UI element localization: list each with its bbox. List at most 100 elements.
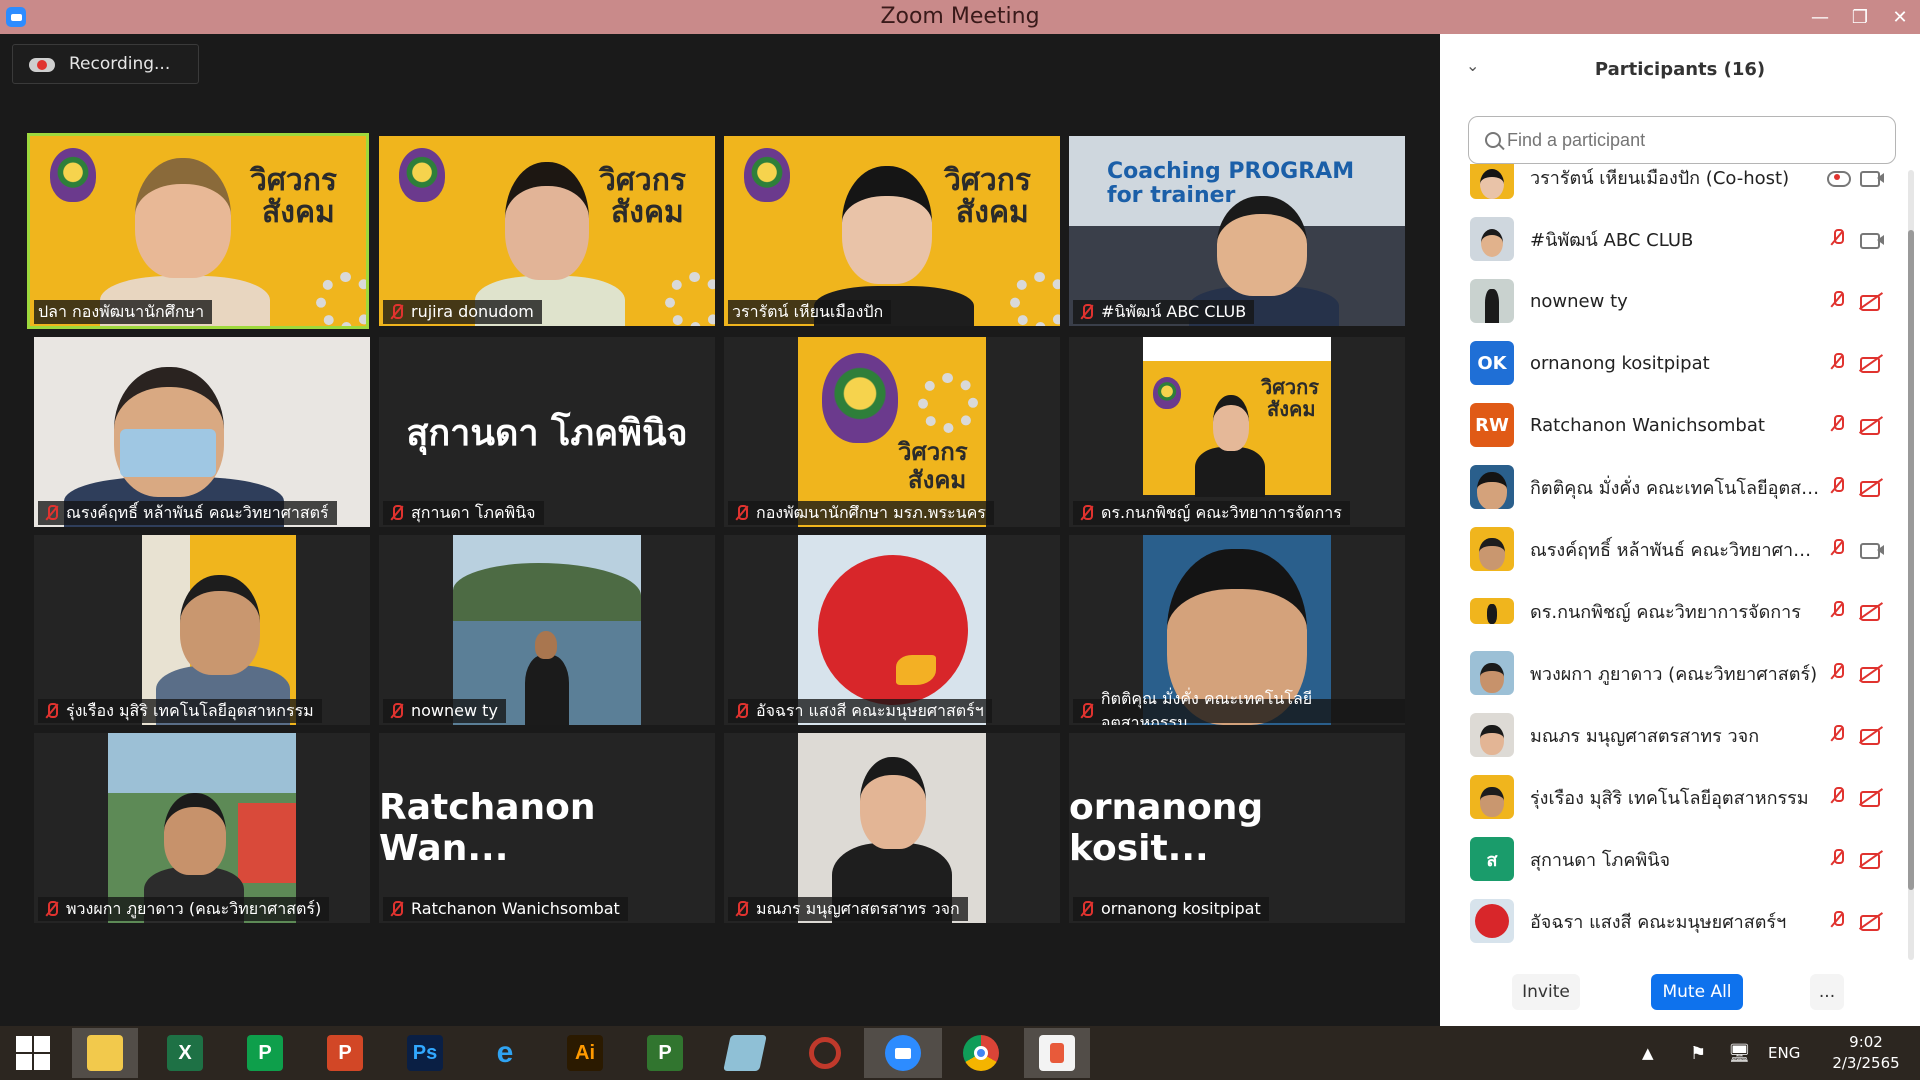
- video-off-icon[interactable]: [1858, 785, 1886, 809]
- taskbar-clock[interactable]: 9:02 2/3/2565: [1818, 1032, 1914, 1074]
- network-icon[interactable]: 🖥: [1728, 1026, 1751, 1080]
- video-on-icon[interactable]: [1858, 227, 1886, 251]
- language-indicator[interactable]: ENG: [1768, 1026, 1800, 1080]
- video-off-icon[interactable]: [1858, 847, 1886, 871]
- folder-icon: [87, 1035, 123, 1071]
- poster-title: วิศวกร: [1261, 375, 1320, 399]
- show-hidden-icons[interactable]: ▲: [1642, 1026, 1654, 1080]
- participant-row[interactable]: กิตติคุณ มั่งคั่ง คณะเทคโนโลยีอุตสาห...: [1440, 456, 1906, 518]
- mic-muted-icon[interactable]: [1827, 537, 1851, 561]
- taskbar-chrome[interactable]: [948, 1028, 1014, 1078]
- participant-row[interactable]: ดร.กนกพิชญ์ คณะวิทยาการจัดการ: [1440, 580, 1906, 642]
- taskbar-file-explorer[interactable]: [72, 1028, 138, 1078]
- video-on-icon[interactable]: [1858, 165, 1886, 189]
- video-off-icon[interactable]: [1858, 909, 1886, 933]
- video-on-icon[interactable]: [1858, 537, 1886, 561]
- mute-all-button[interactable]: Mute All: [1651, 974, 1743, 1010]
- video-tile[interactable]: ณรงค์ฤทธิ์ หล้าพันธ์ คณะวิทยาศาสตร์: [34, 337, 370, 527]
- participant-row[interactable]: มณภร มนุญศาสตรสาทร วจก: [1440, 704, 1906, 766]
- video-tile[interactable]: อัจฉรา แสงสี คณะมนุษยศาสตร์ฯ: [724, 535, 1060, 725]
- university-logo: [50, 148, 96, 202]
- mic-muted-icon[interactable]: [1827, 289, 1851, 313]
- video-off-icon[interactable]: [1858, 599, 1886, 623]
- video-off-icon[interactable]: [1858, 475, 1886, 499]
- video-tile[interactable]: พวงผกา ภูยาดาว (คณะวิทยาศาสตร์): [34, 733, 370, 923]
- mic-muted-icon[interactable]: [1827, 351, 1851, 375]
- mic-muted-icon[interactable]: [1827, 475, 1851, 499]
- video-tile[interactable]: nownew ty: [379, 535, 715, 725]
- mic-muted-icon[interactable]: [1827, 909, 1851, 933]
- participant-list: วรารัตน์ เหียนเมืองปัก (Co-host) #นิพัฒน…: [1440, 164, 1906, 984]
- mic-muted-icon[interactable]: [1827, 661, 1851, 685]
- participant-row[interactable]: ณรงค์ฤทธิ์ หล้าพันธ์ คณะวิทยาศาสตร์: [1440, 518, 1906, 580]
- taskbar-illustrator[interactable]: Ai: [552, 1028, 618, 1078]
- participant-row[interactable]: วรารัตน์ เหียนเมืองปัก (Co-host): [1440, 164, 1906, 208]
- taskbar-publisher[interactable]: P: [232, 1028, 298, 1078]
- video-tile[interactable]: Coaching PROGRAM for trainer #นิพัฒน์ AB…: [1069, 136, 1405, 326]
- participant-row[interactable]: RW Ratchanon Wanichsombat: [1440, 394, 1906, 456]
- participant-body: [525, 655, 569, 725]
- taskbar-zoom[interactable]: [864, 1028, 942, 1078]
- participants-footer: Invite Mute All ...: [1440, 966, 1920, 1026]
- mic-muted-icon[interactable]: [1827, 413, 1851, 437]
- mic-muted-icon: [732, 702, 750, 720]
- participant-name: nownew ty: [1530, 290, 1628, 312]
- mic-muted-icon[interactable]: [1827, 723, 1851, 747]
- mic-muted-icon[interactable]: [1827, 785, 1851, 809]
- angry-bird-avatar: [818, 555, 968, 705]
- video-tile[interactable]: วิศวกร สังคม rujira donudom: [379, 136, 715, 326]
- video-tile[interactable]: วิศวกร สังคม กองพัฒนานักศึกษา มรภ.พระนคร: [724, 337, 1060, 527]
- video-off-icon[interactable]: [1858, 661, 1886, 685]
- video-tile[interactable]: สุกานดา โภคพินิจ สุกานดา โภคพินิจ: [379, 337, 715, 527]
- video-tile[interactable]: Ratchanon Wan... Ratchanon Wanichsombat: [379, 733, 715, 923]
- video-tile[interactable]: รุ่งเรือง มุสิริ เทคโนโลยีอุตสาหกรรม: [34, 535, 370, 725]
- participant-face: [1213, 395, 1249, 451]
- participant-row[interactable]: OK ornanong kositpipat: [1440, 332, 1906, 394]
- taskbar-project[interactable]: P: [632, 1028, 698, 1078]
- close-button[interactable]: ✕: [1880, 0, 1920, 34]
- participant-row[interactable]: nownew ty: [1440, 270, 1906, 332]
- video-off-icon[interactable]: [1858, 723, 1886, 747]
- participant-row[interactable]: ส สุกานดา โภคพินิจ: [1440, 828, 1906, 890]
- video-tile[interactable]: มณภร มนุญศาสตรสาทร วจก: [724, 733, 1060, 923]
- taskbar-photoscape[interactable]: [792, 1028, 858, 1078]
- video-tile[interactable]: วิศวกร สังคม ปลา กองพัฒนานักศึกษา: [27, 133, 369, 329]
- video-tile[interactable]: กิตติคุณ มั่งคั่ง คณะเทคโนโลยีอุตสาหกรรม: [1069, 535, 1405, 725]
- search-input[interactable]: [1507, 129, 1887, 151]
- participant-name-label: ปลา กองพัฒนานักศึกษา: [34, 300, 213, 324]
- video-off-icon[interactable]: [1858, 351, 1886, 375]
- video-off-icon[interactable]: [1858, 289, 1886, 313]
- participant-row[interactable]: พวงผกา ภูยาดาว (คณะวิทยาศาสตร์): [1440, 642, 1906, 704]
- more-options-button[interactable]: ...: [1810, 974, 1844, 1010]
- taskbar-internet-explorer[interactable]: e: [472, 1028, 538, 1078]
- taskbar-paint[interactable]: [1024, 1028, 1090, 1078]
- gear-icon: [665, 272, 715, 326]
- video-tile[interactable]: วิศวกร สังคม ดร.กนกพิชญ์ คณะวิทยาการจัดก…: [1069, 337, 1405, 527]
- video-tile[interactable]: ornanong kosit... ornanong kositpipat: [1069, 733, 1405, 923]
- taskbar-powerpoint[interactable]: P: [312, 1028, 378, 1078]
- participant-row[interactable]: อัจฉรา แสงสี คณะมนุษยศาสตร์ฯ: [1440, 890, 1906, 952]
- participants-scrollbar[interactable]: [1908, 170, 1914, 960]
- participant-row[interactable]: รุ่งเรือง มุสิริ เทคโนโลยีอุตสาหกรรม: [1440, 766, 1906, 828]
- collapse-chevron-icon[interactable]: ⌄: [1466, 56, 1480, 75]
- avatar: [1470, 598, 1514, 624]
- mic-muted-icon[interactable]: [1827, 227, 1851, 251]
- taskbar-photoshop[interactable]: Ps: [392, 1028, 458, 1078]
- participant-name-label: มณภร มนุญศาสตรสาทร วจก: [728, 897, 968, 921]
- minimize-button[interactable]: —: [1800, 0, 1840, 34]
- video-tile[interactable]: วิศวกร สังคม วรารัตน์ เหียนเมืองปัก: [724, 136, 1060, 326]
- participant-name-label: ณรงค์ฤทธิ์ หล้าพันธ์ คณะวิทยาศาสตร์: [38, 501, 337, 525]
- invite-button[interactable]: Invite: [1512, 974, 1580, 1010]
- start-button[interactable]: [0, 1028, 66, 1078]
- taskbar-notepad[interactable]: [712, 1028, 778, 1078]
- video-off-icon[interactable]: [1858, 413, 1886, 437]
- participant-search[interactable]: [1468, 116, 1896, 164]
- participant-row[interactable]: #นิพัฒน์ ABC CLUB: [1440, 208, 1906, 270]
- restore-button[interactable]: ❐: [1840, 0, 1880, 34]
- mic-muted-icon[interactable]: [1827, 847, 1851, 871]
- scrollbar-thumb[interactable]: [1908, 230, 1914, 890]
- action-center-icon[interactable]: ⚑: [1690, 1026, 1706, 1080]
- taskbar-excel[interactable]: X: [152, 1028, 218, 1078]
- recording-indicator[interactable]: Recording...: [12, 44, 199, 84]
- mic-muted-icon[interactable]: [1827, 599, 1851, 623]
